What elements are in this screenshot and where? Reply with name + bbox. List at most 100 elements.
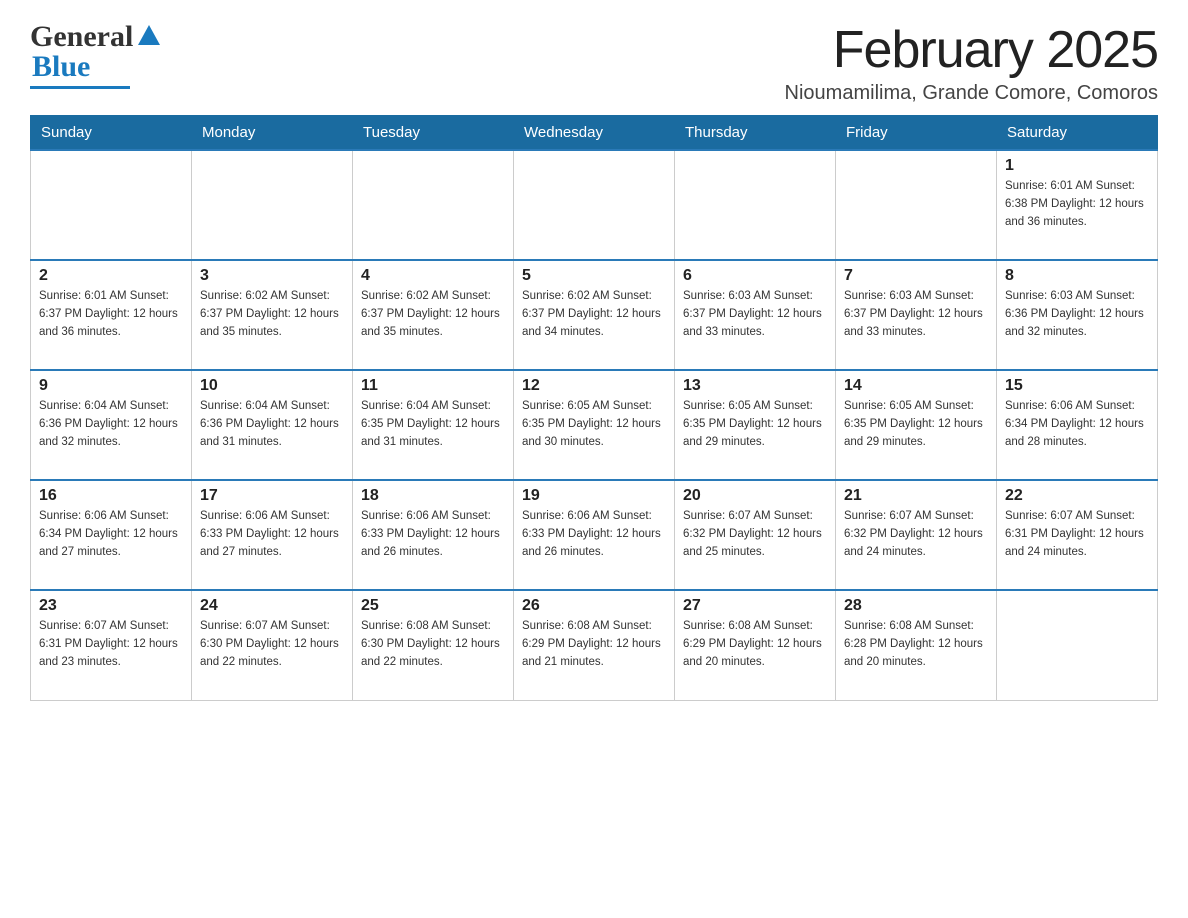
day-info: Sunrise: 6:08 AM Sunset: 6:29 PM Dayligh…	[683, 618, 827, 671]
table-row	[353, 150, 514, 260]
table-row: 15 Sunrise: 6:06 AM Sunset: 6:34 PM Dayli…	[997, 370, 1158, 480]
location-title: Nioumamilima, Grande Comore, Comoros	[785, 82, 1158, 105]
table-row: 2Sunrise: 6:01 AM Sunset: 6:37 PM Daylig…	[31, 260, 192, 370]
title-area: February 2025 Nioumamilima, Grande Comor…	[785, 20, 1158, 105]
day-number: 19	[522, 487, 666, 505]
table-row	[514, 150, 675, 260]
table-row	[997, 590, 1158, 700]
day-info: Sunrise: 6:06 AM Sunset: 6:33 PM Dayligh…	[200, 508, 344, 561]
day-number: 18	[361, 487, 505, 505]
table-row: 1 Sunrise: 6:01 AM Sunset: 6:38 PM Daylig…	[997, 150, 1158, 260]
day-number: 20	[683, 487, 827, 505]
day-info: Sunrise: 6:01 AM Sunset: 6:38 PM Dayligh…	[1005, 178, 1149, 231]
table-row: 22Sunrise: 6:07 AM Sunset: 6:31 PM Dayli…	[997, 480, 1158, 590]
day-number: 12	[522, 377, 666, 395]
day-info: Sunrise: 6:06 AM Sunset: 6:33 PM Dayligh…	[361, 508, 505, 561]
header: General Blue February 2025 Nioumamilima,…	[30, 20, 1158, 105]
day-info: Sunrise: 6:06 AM Sunset: 6:34 PM Dayligh…	[1005, 398, 1149, 451]
day-info: Sunrise: 6:07 AM Sunset: 6:30 PM Dayligh…	[200, 618, 344, 671]
day-number: 3	[200, 267, 344, 285]
day-number: 6	[683, 267, 827, 285]
day-number: 15	[1005, 377, 1149, 395]
day-info: Sunrise: 6:07 AM Sunset: 6:32 PM Dayligh…	[683, 508, 827, 561]
day-number: 7	[844, 267, 988, 285]
table-row: 11Sunrise: 6:04 AM Sunset: 6:35 PM Dayli…	[353, 370, 514, 480]
day-info: Sunrise: 6:08 AM Sunset: 6:28 PM Dayligh…	[844, 618, 988, 671]
table-row: 20 Sunrise: 6:07 AM Sunset: 6:32 PM Dayli…	[675, 480, 836, 590]
day-number: 9	[39, 377, 183, 395]
table-row: 10 Sunrise: 6:04 AM Sunset: 6:36 PM Dayli…	[192, 370, 353, 480]
day-info: Sunrise: 6:08 AM Sunset: 6:29 PM Dayligh…	[522, 618, 666, 671]
day-number: 5	[522, 267, 666, 285]
table-row: 3 Sunrise: 6:02 AM Sunset: 6:37 PM Daylig…	[192, 260, 353, 370]
table-row: 4 Sunrise: 6:02 AM Sunset: 6:37 PM Daylig…	[353, 260, 514, 370]
day-info: Sunrise: 6:03 AM Sunset: 6:37 PM Dayligh…	[683, 288, 827, 341]
logo-triangle-icon	[138, 25, 160, 45]
table-row: 26 Sunrise: 6:08 AM Sunset: 6:29 PM Dayli…	[514, 590, 675, 700]
day-number: 8	[1005, 267, 1149, 285]
table-row: 18 Sunrise: 6:06 AM Sunset: 6:33 PM Dayli…	[353, 480, 514, 590]
header-thursday: Thursday	[675, 116, 836, 151]
table-row: 19 Sunrise: 6:06 AM Sunset: 6:33 PM Dayli…	[514, 480, 675, 590]
logo-blue-text: Blue	[32, 50, 90, 83]
calendar-week-row: 1 Sunrise: 6:01 AM Sunset: 6:38 PM Daylig…	[31, 150, 1158, 260]
logo: General	[30, 20, 160, 54]
calendar-table: Sunday Monday Tuesday Wednesday Thursday…	[30, 115, 1158, 701]
day-number: 25	[361, 597, 505, 615]
logo-general-text: General	[30, 20, 133, 54]
header-sunday: Sunday	[31, 116, 192, 151]
day-info: Sunrise: 6:04 AM Sunset: 6:36 PM Dayligh…	[39, 398, 183, 451]
day-number: 27	[683, 597, 827, 615]
logo-area: General Blue	[30, 20, 160, 89]
table-row	[192, 150, 353, 260]
header-saturday: Saturday	[997, 116, 1158, 151]
day-info: Sunrise: 6:02 AM Sunset: 6:37 PM Dayligh…	[200, 288, 344, 341]
day-number: 21	[844, 487, 988, 505]
day-info: Sunrise: 6:08 AM Sunset: 6:30 PM Dayligh…	[361, 618, 505, 671]
table-row: 8 Sunrise: 6:03 AM Sunset: 6:36 PM Daylig…	[997, 260, 1158, 370]
calendar-week-row: 9 Sunrise: 6:04 AM Sunset: 6:36 PM Daylig…	[31, 370, 1158, 480]
table-row: 5 Sunrise: 6:02 AM Sunset: 6:37 PM Daylig…	[514, 260, 675, 370]
logo-underline	[30, 86, 130, 89]
day-info: Sunrise: 6:02 AM Sunset: 6:37 PM Dayligh…	[522, 288, 666, 341]
day-number: 28	[844, 597, 988, 615]
day-info: Sunrise: 6:07 AM Sunset: 6:32 PM Dayligh…	[844, 508, 988, 561]
logo-blue-row: Blue	[32, 50, 90, 84]
table-row: 16 Sunrise: 6:06 AM Sunset: 6:34 PM Dayli…	[31, 480, 192, 590]
table-row: 14 Sunrise: 6:05 AM Sunset: 6:35 PM Dayli…	[836, 370, 997, 480]
table-row	[31, 150, 192, 260]
header-tuesday: Tuesday	[353, 116, 514, 151]
day-number: 17	[200, 487, 344, 505]
month-title: February 2025	[785, 20, 1158, 80]
day-info: Sunrise: 6:06 AM Sunset: 6:34 PM Dayligh…	[39, 508, 183, 561]
table-row: 25 Sunrise: 6:08 AM Sunset: 6:30 PM Dayli…	[353, 590, 514, 700]
day-info: Sunrise: 6:05 AM Sunset: 6:35 PM Dayligh…	[844, 398, 988, 451]
day-number: 13	[683, 377, 827, 395]
day-info: Sunrise: 6:02 AM Sunset: 6:37 PM Dayligh…	[361, 288, 505, 341]
table-row: 27 Sunrise: 6:08 AM Sunset: 6:29 PM Dayli…	[675, 590, 836, 700]
day-info: Sunrise: 6:03 AM Sunset: 6:36 PM Dayligh…	[1005, 288, 1149, 341]
calendar-week-row: 23Sunrise: 6:07 AM Sunset: 6:31 PM Dayli…	[31, 590, 1158, 700]
table-row	[675, 150, 836, 260]
day-number: 4	[361, 267, 505, 285]
table-row	[836, 150, 997, 260]
day-number: 16	[39, 487, 183, 505]
table-row: 6 Sunrise: 6:03 AM Sunset: 6:37 PM Daylig…	[675, 260, 836, 370]
day-info: Sunrise: 6:06 AM Sunset: 6:33 PM Dayligh…	[522, 508, 666, 561]
table-row: 28 Sunrise: 6:08 AM Sunset: 6:28 PM Dayli…	[836, 590, 997, 700]
day-number: 26	[522, 597, 666, 615]
table-row: 24Sunrise: 6:07 AM Sunset: 6:30 PM Dayli…	[192, 590, 353, 700]
table-row: 17 Sunrise: 6:06 AM Sunset: 6:33 PM Dayli…	[192, 480, 353, 590]
day-number: 2	[39, 267, 183, 285]
day-info: Sunrise: 6:04 AM Sunset: 6:36 PM Dayligh…	[200, 398, 344, 451]
day-number: 10	[200, 377, 344, 395]
table-row: 23Sunrise: 6:07 AM Sunset: 6:31 PM Dayli…	[31, 590, 192, 700]
day-number: 14	[844, 377, 988, 395]
day-info: Sunrise: 6:03 AM Sunset: 6:37 PM Dayligh…	[844, 288, 988, 341]
calendar-week-row: 2Sunrise: 6:01 AM Sunset: 6:37 PM Daylig…	[31, 260, 1158, 370]
day-info: Sunrise: 6:05 AM Sunset: 6:35 PM Dayligh…	[683, 398, 827, 451]
table-row: 13 Sunrise: 6:05 AM Sunset: 6:35 PM Dayli…	[675, 370, 836, 480]
day-info: Sunrise: 6:05 AM Sunset: 6:35 PM Dayligh…	[522, 398, 666, 451]
day-number: 22	[1005, 487, 1149, 505]
day-number: 1	[1005, 157, 1149, 175]
